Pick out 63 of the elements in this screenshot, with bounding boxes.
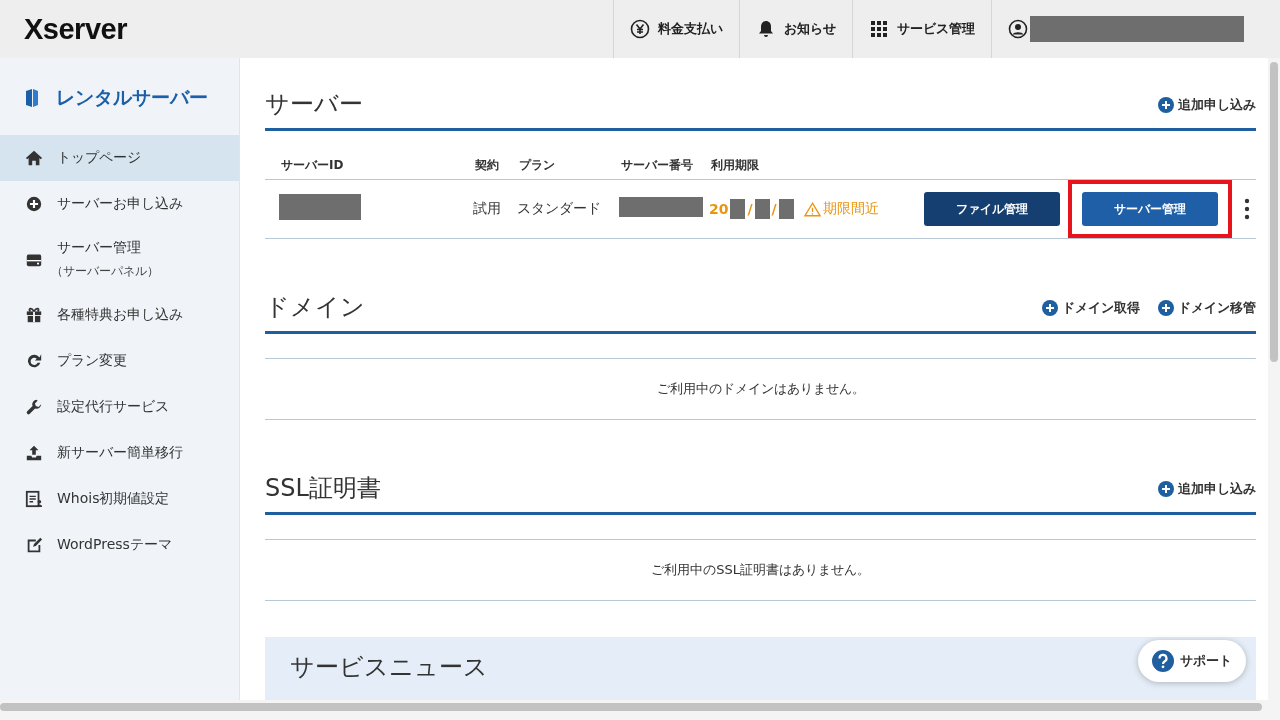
sidebar-item[interactable]: サーバーお申し込み: [0, 181, 239, 227]
news-title: サービスニュース: [290, 653, 488, 681]
logo[interactable]: Xserver: [24, 12, 127, 46]
action-button[interactable]: サーバー管理: [1082, 192, 1218, 226]
table-cell-text: 試用: [473, 200, 502, 218]
column-header: サーバー番号: [621, 157, 694, 174]
sidebar-item[interactable]: Whois初期値設定: [0, 476, 239, 522]
column-header: 利用期限: [711, 157, 759, 174]
plus-icon: [1158, 481, 1174, 497]
column-header: プラン: [519, 157, 556, 174]
add-link[interactable]: 追加申し込み: [1158, 480, 1256, 498]
action-button[interactable]: ファイル管理: [924, 192, 1060, 226]
nav-button[interactable]: サービス管理: [852, 0, 991, 58]
upload-icon: [25, 444, 43, 462]
section-title: SSL証明書: [265, 473, 381, 504]
gift-icon: [25, 306, 43, 324]
date-separator: /: [747, 201, 753, 217]
bell-icon: [756, 19, 776, 39]
scrollbar[interactable]: [1268, 58, 1280, 700]
add-link[interactable]: ドメイン移管: [1158, 299, 1256, 317]
section-title: サーバー: [265, 89, 363, 120]
date-separator: /: [771, 201, 777, 217]
plus-icon: [1042, 300, 1058, 316]
warning-icon: [803, 201, 821, 217]
redacted-block: [778, 199, 794, 219]
redacted-block: [730, 199, 746, 219]
warning-text: 期限間近: [822, 200, 879, 218]
plus-icon: [1158, 97, 1174, 113]
redacted-block: [754, 199, 770, 219]
sidebar-item[interactable]: サーバー管理 （サーバーパネル）: [0, 227, 239, 292]
more-icon[interactable]: [1244, 198, 1250, 220]
column-header: 契約: [475, 157, 500, 174]
help-icon: [1152, 650, 1174, 672]
sidebar-item[interactable]: 各種特典お申し込み: [0, 292, 239, 338]
plus-icon: [1158, 300, 1174, 316]
sidebar-item[interactable]: プラン変更: [0, 338, 239, 384]
edit-icon: [25, 536, 43, 554]
expiry-date: 20: [709, 201, 729, 217]
yen-icon: [630, 19, 650, 39]
empty-message: ご利用中のドメインはありません。: [656, 380, 865, 398]
nav-button[interactable]: お知らせ: [739, 0, 852, 58]
nav-button[interactable]: 料金支払い: [613, 0, 739, 58]
sidebar-item[interactable]: 設定代行サービス: [0, 384, 239, 430]
sidebar-item[interactable]: トップページ: [0, 135, 239, 181]
sidebar-item[interactable]: 新サーバー簡単移行: [0, 430, 239, 476]
refresh-icon: [25, 352, 43, 370]
add-link[interactable]: ドメイン取得: [1042, 299, 1140, 317]
user-icon: [1008, 19, 1028, 39]
plus-icon: [25, 195, 43, 213]
wrench-icon: [25, 398, 43, 416]
book-icon: [24, 88, 40, 108]
column-header: サーバーID: [281, 157, 345, 174]
empty-message: ご利用中のSSL証明書はありません。: [651, 561, 870, 579]
section-title: ドメイン: [265, 292, 365, 323]
sidebar-item[interactable]: WordPressテーマ: [0, 522, 239, 568]
table-cell-text: スタンダード: [517, 200, 602, 218]
doc-icon: [25, 490, 43, 508]
grid-icon: [869, 19, 889, 39]
home-icon: [25, 149, 43, 167]
scrollbar[interactable]: [0, 700, 1280, 720]
sidebar-title: レンタルサーバー: [56, 85, 208, 110]
add-link[interactable]: 追加申し込み: [1158, 96, 1256, 114]
support-button[interactable]: サポート: [1138, 640, 1246, 682]
